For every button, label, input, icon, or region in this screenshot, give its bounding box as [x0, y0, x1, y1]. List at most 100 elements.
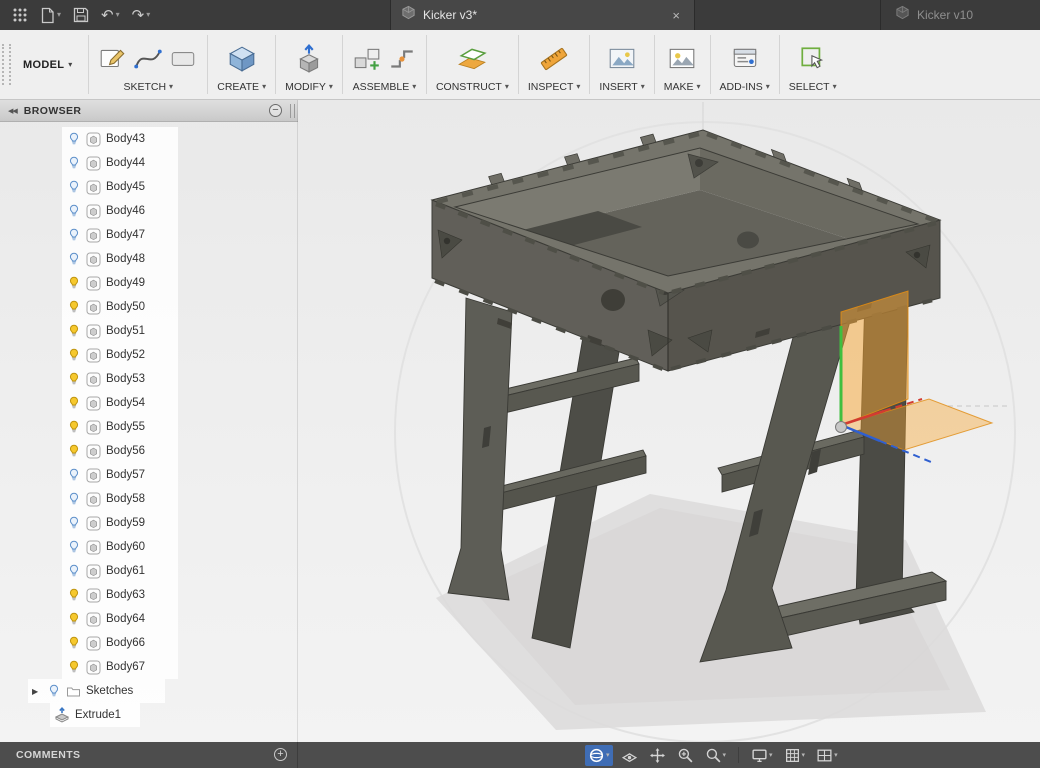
make-button[interactable] — [667, 44, 697, 74]
construct-menu[interactable]: CONSTRUCT ▾ — [436, 81, 509, 93]
construction-plane[interactable] — [839, 290, 994, 451]
visibility-bulb-icon[interactable] — [67, 444, 81, 458]
new-component-button[interactable] — [352, 44, 382, 74]
document-tab-inactive[interactable]: Kicker v10 — [880, 0, 1040, 30]
select-menu[interactable]: SELECT ▾ — [789, 81, 837, 93]
undo-button[interactable]: ↶ ▾ — [97, 5, 124, 26]
kicker-3d-model[interactable] — [300, 100, 1040, 742]
workspace-selector[interactable]: MODEL ▾ — [13, 30, 88, 99]
browser-body-row[interactable]: Body55 — [62, 415, 178, 439]
browser-body-row[interactable]: Body53 — [62, 367, 178, 391]
browser-body-row[interactable]: Body52 — [62, 343, 178, 367]
create-menu[interactable]: CREATE ▾ — [217, 81, 266, 93]
browser-body-row[interactable]: Body59 — [62, 511, 178, 535]
browser-body-row[interactable]: Body54 — [62, 391, 178, 415]
add-comment-icon[interactable]: + — [274, 748, 287, 761]
addins-menu[interactable]: ADD-INS ▾ — [720, 81, 770, 93]
browser-feature-row[interactable]: Extrude1 — [50, 703, 140, 727]
viewports-button[interactable]: ▾ — [813, 745, 841, 766]
construction-plane-button[interactable] — [457, 44, 488, 74]
create-sketch-button[interactable] — [98, 44, 128, 74]
browser-body-row[interactable]: Body49 — [62, 271, 178, 295]
inspect-menu[interactable]: INSPECT ▾ — [528, 81, 581, 93]
visibility-bulb-icon[interactable] — [67, 156, 81, 170]
browser-body-row[interactable]: Body47 — [62, 223, 178, 247]
browser-body-row[interactable]: Body44 — [62, 151, 178, 175]
browser-body-row[interactable]: Body51 — [62, 319, 178, 343]
panel-edge[interactable] — [297, 100, 298, 742]
browser-body-row[interactable]: Body48 — [62, 247, 178, 271]
visibility-bulb-icon[interactable] — [67, 324, 81, 338]
pan-button[interactable] — [646, 745, 669, 766]
modify-menu[interactable]: MODIFY ▾ — [285, 81, 333, 93]
insert-image-button[interactable] — [607, 44, 637, 74]
sketch-spline-button[interactable] — [133, 44, 163, 74]
visibility-bulb-icon[interactable] — [67, 420, 81, 434]
visibility-bulb-icon[interactable] — [67, 204, 81, 218]
browser-body-row[interactable]: Body56 — [62, 439, 178, 463]
visibility-bulb-icon[interactable] — [67, 612, 81, 626]
browser-body-row[interactable]: Body43 — [62, 127, 178, 151]
browser-body-row[interactable]: Body67 — [62, 655, 178, 679]
browser-body-row[interactable]: Body46 — [62, 199, 178, 223]
toolbar-grip[interactable] — [2, 44, 11, 85]
save-button[interactable] — [69, 4, 93, 26]
assemble-menu[interactable]: ASSEMBLE ▾ — [353, 81, 417, 93]
browser-body-row[interactable]: Body50 — [62, 295, 178, 319]
origin-point[interactable] — [835, 421, 847, 433]
zoom-button[interactable] — [674, 745, 697, 766]
orbit-button[interactable]: ▾ — [585, 744, 613, 766]
visibility-bulb-icon[interactable] — [67, 132, 81, 146]
file-menu-button[interactable]: ▾ — [36, 4, 65, 27]
visibility-bulb-icon[interactable] — [47, 684, 61, 698]
visibility-bulb-icon[interactable] — [67, 564, 81, 578]
browser-body-row[interactable]: Body63 — [62, 583, 178, 607]
visibility-bulb-icon[interactable] — [67, 348, 81, 362]
display-settings-button[interactable]: ▾ — [748, 745, 776, 766]
close-tab-icon[interactable]: × — [668, 8, 684, 23]
browser-body-row[interactable]: Body60 — [62, 535, 178, 559]
visibility-bulb-icon[interactable] — [67, 588, 81, 602]
browser-body-row[interactable]: Body57 — [62, 463, 178, 487]
visibility-bulb-icon[interactable] — [67, 492, 81, 506]
create-form-button[interactable] — [227, 44, 257, 74]
app-grid-icon[interactable] — [8, 4, 32, 26]
browser-body-row[interactable]: Body66 — [62, 631, 178, 655]
measure-button[interactable] — [539, 44, 569, 74]
visibility-bulb-icon[interactable] — [67, 252, 81, 266]
joint-button[interactable] — [387, 44, 417, 74]
visibility-bulb-icon[interactable] — [67, 636, 81, 650]
visibility-bulb-icon[interactable] — [67, 228, 81, 242]
expand-arrow-icon[interactable]: ▶ — [32, 687, 42, 696]
look-at-button[interactable] — [618, 745, 641, 766]
press-pull-button[interactable] — [294, 44, 324, 74]
browser-body-row[interactable]: Body64 — [62, 607, 178, 631]
sketch-rectangle-button[interactable] — [168, 44, 198, 74]
grid-snaps-button[interactable]: ▾ — [781, 745, 809, 766]
visibility-bulb-icon[interactable] — [67, 180, 81, 194]
select-button[interactable] — [798, 44, 828, 74]
scripts-addins-button[interactable] — [730, 44, 760, 74]
collapse-panel-icon[interactable]: ◀◀ — [8, 107, 18, 115]
browser-body-row[interactable]: Body45 — [62, 175, 178, 199]
visibility-bulb-icon[interactable] — [67, 516, 81, 530]
visibility-bulb-icon[interactable] — [67, 660, 81, 674]
browser-sketches-row[interactable]: ▶ Sketches — [28, 679, 165, 703]
browser-body-row[interactable]: Body61 — [62, 559, 178, 583]
browser-body-row[interactable]: Body58 — [62, 487, 178, 511]
sketch-menu[interactable]: SKETCH ▾ — [123, 81, 173, 93]
document-tab-active[interactable]: Kicker v3* × — [390, 0, 695, 30]
make-menu[interactable]: MAKE ▾ — [664, 81, 701, 93]
visibility-bulb-icon[interactable] — [67, 468, 81, 482]
insert-menu[interactable]: INSERT ▾ — [599, 81, 644, 93]
visibility-bulb-icon[interactable] — [67, 276, 81, 290]
fit-button[interactable]: ▾ — [702, 745, 730, 766]
redo-button[interactable]: ↷ ▾ — [128, 5, 155, 26]
comments-bar[interactable]: COMMENTS + — [0, 742, 298, 768]
visibility-bulb-icon[interactable] — [67, 372, 81, 386]
panel-grip[interactable] — [290, 104, 295, 118]
visibility-bulb-icon[interactable] — [67, 300, 81, 314]
visibility-bulb-icon[interactable] — [67, 540, 81, 554]
minimize-browser-icon[interactable]: − — [269, 104, 282, 117]
visibility-bulb-icon[interactable] — [67, 396, 81, 410]
